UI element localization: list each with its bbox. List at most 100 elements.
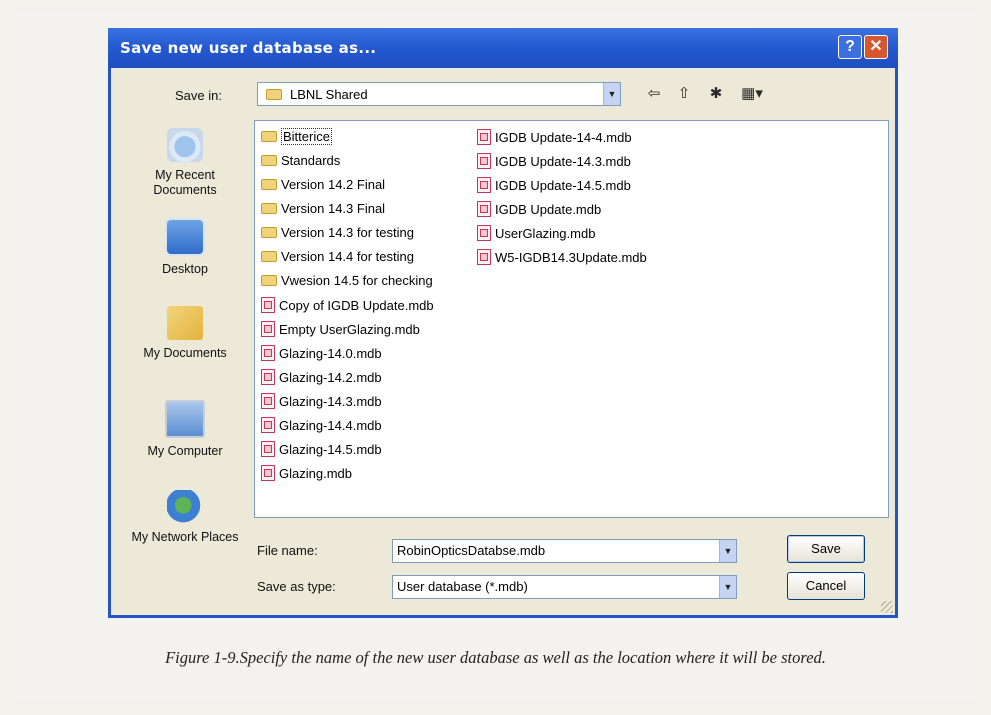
file-name: Version 14.3 Final xyxy=(281,201,386,216)
file-name: W5-IGDB14.3Update.mdb xyxy=(495,250,647,265)
file-name-label: File name: xyxy=(257,543,318,558)
file-name: Copy of IGDB Update.mdb xyxy=(279,298,434,313)
list-item[interactable]: Glazing-14.3.mdb xyxy=(261,393,382,415)
database-file-icon xyxy=(477,153,491,169)
file-name: Version 14.3 for testing xyxy=(281,225,414,240)
database-file-icon xyxy=(261,417,275,433)
file-name: Standards xyxy=(281,153,341,168)
database-file-icon xyxy=(477,201,491,217)
views-menu-button[interactable]: ▦▾ xyxy=(735,84,769,104)
save-button[interactable]: Save xyxy=(787,535,865,563)
place-label: Desktop xyxy=(162,262,208,276)
database-file-icon xyxy=(477,177,491,193)
save-in-dropdown[interactable]: LBNL Shared ▼ xyxy=(257,82,621,106)
file-name: Version 14.2 Final xyxy=(281,177,386,192)
database-file-icon xyxy=(261,345,275,361)
help-button[interactable]: ? xyxy=(838,35,862,59)
file-name: Glazing-14.2.mdb xyxy=(279,370,382,385)
list-item[interactable]: Version 14.4 for testing xyxy=(261,249,414,271)
desktop-icon xyxy=(165,218,205,256)
list-item[interactable]: W5-IGDB14.3Update.mdb xyxy=(477,249,647,271)
place-label: My Recent Documents xyxy=(153,168,217,197)
database-file-icon xyxy=(477,249,491,265)
file-name: Vwesion 14.5 for checking xyxy=(281,273,433,288)
database-file-icon xyxy=(261,393,275,409)
file-name: IGDB Update-14.3.mdb xyxy=(495,154,631,169)
cancel-button[interactable]: Cancel xyxy=(787,572,865,600)
dialog-title: Save new user database as... xyxy=(120,39,377,57)
place-my-computer[interactable]: My Computer xyxy=(125,400,245,459)
file-name: Glazing.mdb xyxy=(279,466,352,481)
list-item[interactable]: Empty UserGlazing.mdb xyxy=(261,321,420,343)
list-item[interactable]: Standards xyxy=(261,153,340,175)
file-name: Empty UserGlazing.mdb xyxy=(279,322,420,337)
save-dialog: Save new user database as... ? ✕ Save in… xyxy=(108,28,898,618)
list-item[interactable]: Version 14.3 for testing xyxy=(261,225,414,247)
database-file-icon xyxy=(261,465,275,481)
place-my-recent-documents[interactable]: My Recent Documents xyxy=(125,128,245,198)
list-item[interactable]: Version 14.2 Final xyxy=(261,177,385,199)
list-item[interactable]: Glazing-14.2.mdb xyxy=(261,369,382,391)
list-item[interactable]: Bitterice xyxy=(261,128,332,151)
up-folder-button[interactable]: ⇧ xyxy=(673,84,695,104)
file-name: IGDB Update-14.5.mdb xyxy=(495,178,631,193)
list-item[interactable]: IGDB Update.mdb xyxy=(477,201,601,223)
close-button[interactable]: ✕ xyxy=(864,35,888,59)
chevron-down-icon[interactable]: ▼ xyxy=(719,576,736,598)
file-name: UserGlazing.mdb xyxy=(495,226,596,241)
place-label: My Documents xyxy=(143,346,227,360)
place-desktop[interactable]: Desktop xyxy=(125,218,245,277)
folder-icon xyxy=(261,155,277,166)
file-name: IGDB Update.mdb xyxy=(495,202,602,217)
list-item[interactable]: Copy of IGDB Update.mdb xyxy=(261,297,434,319)
folder-icon xyxy=(261,131,277,142)
my-computer-icon xyxy=(165,400,205,438)
folder-icon xyxy=(261,179,277,190)
file-name-value: RobinOpticsDatabse.mdb xyxy=(397,543,546,558)
list-item[interactable]: UserGlazing.mdb xyxy=(477,225,595,247)
place-label: My Network Places xyxy=(131,530,239,544)
recent-documents-icon xyxy=(167,128,203,162)
place-my-network-places[interactable]: My Network Places xyxy=(125,490,245,545)
save-as-type-dropdown[interactable]: User database (*.mdb) ▼ xyxy=(392,575,737,599)
list-item[interactable]: Glazing-14.0.mdb xyxy=(261,345,382,367)
chevron-down-icon[interactable]: ▼ xyxy=(719,540,736,562)
folder-icon xyxy=(261,275,277,286)
folder-icon xyxy=(261,203,277,214)
list-item[interactable]: IGDB Update-14.3.mdb xyxy=(477,153,631,175)
list-item[interactable]: Glazing.mdb xyxy=(261,465,352,487)
file-name-field[interactable]: RobinOpticsDatabse.mdb ▼ xyxy=(392,539,737,563)
list-item[interactable]: Version 14.3 Final xyxy=(261,201,385,223)
database-file-icon xyxy=(261,321,275,337)
database-file-icon xyxy=(477,129,491,145)
new-folder-button[interactable]: ✱ xyxy=(705,84,727,104)
database-file-icon xyxy=(261,441,275,457)
place-my-documents[interactable]: My Documents xyxy=(125,306,245,361)
file-list[interactable]: Bitterice Standards Version 14.2 Final V… xyxy=(254,120,889,518)
file-name: Bitterice xyxy=(281,128,332,145)
database-file-icon xyxy=(261,297,275,313)
list-item[interactable]: IGDB Update-14.5.mdb xyxy=(477,177,631,199)
resize-grip[interactable] xyxy=(881,601,893,613)
save-as-type-value: User database (*.mdb) xyxy=(397,579,528,594)
file-name: Glazing-14.4.mdb xyxy=(279,418,382,433)
file-name: Glazing-14.0.mdb xyxy=(279,346,382,361)
folder-icon xyxy=(261,227,277,238)
folder-icon xyxy=(266,89,282,100)
place-label: My Computer xyxy=(147,444,223,458)
list-item[interactable]: Vwesion 14.5 for checking xyxy=(261,273,433,295)
chevron-down-icon[interactable]: ▼ xyxy=(603,83,620,105)
file-name: IGDB Update-14-4.mdb xyxy=(495,130,632,145)
figure-caption: Figure 1-9.Specify the name of the new u… xyxy=(165,648,826,667)
save-as-type-label: Save as type: xyxy=(257,579,336,594)
title-bar[interactable]: Save new user database as... ? ✕ xyxy=(108,28,898,68)
file-name: Version 14.4 for testing xyxy=(281,249,414,264)
list-item[interactable]: Glazing-14.5.mdb xyxy=(261,441,382,463)
file-name: Glazing-14.5.mdb xyxy=(279,442,382,457)
my-documents-icon xyxy=(167,306,203,340)
network-places-icon xyxy=(167,490,203,524)
list-item[interactable]: IGDB Update-14-4.mdb xyxy=(477,129,632,151)
save-in-label: Save in: xyxy=(175,88,222,103)
back-button[interactable]: ⇦ xyxy=(643,84,665,104)
list-item[interactable]: Glazing-14.4.mdb xyxy=(261,417,382,439)
